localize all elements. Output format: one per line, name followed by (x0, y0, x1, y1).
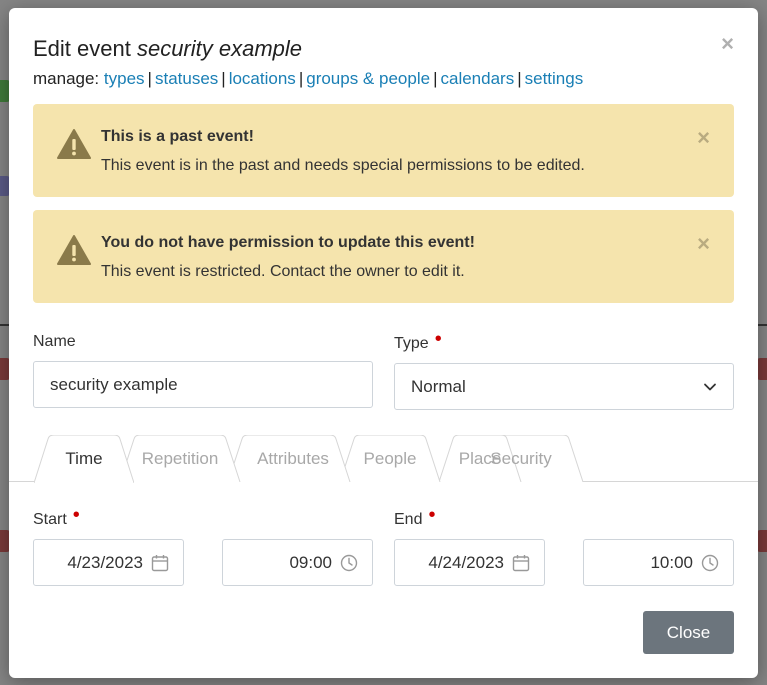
edit-event-modal: Edit event security example × manage: ty… (9, 8, 758, 678)
start-field-group: Start • 4/23/2023 09:00 (33, 505, 373, 586)
end-date-input[interactable]: 4/24/2023 (394, 539, 545, 586)
tab-label: Time (65, 448, 103, 468)
start-inputs: 4/23/2023 09:00 (33, 530, 373, 586)
clock-icon[interactable] (340, 554, 358, 572)
end-label-text: End (394, 511, 423, 528)
warning-icon (57, 235, 91, 265)
start-label-text: Start (33, 511, 67, 528)
clock-icon[interactable] (701, 554, 719, 572)
manage-link-locations[interactable]: locations (229, 69, 296, 88)
manage-link-groups-people[interactable]: groups & people (306, 69, 430, 88)
manage-link-calendars[interactable]: calendars (440, 69, 514, 88)
type-label-text: Type (394, 335, 429, 352)
modal-title: Edit event security example (33, 36, 734, 62)
alert-title: This is a past event! (101, 128, 254, 145)
end-field-group: End • 4/24/2023 10:00 (394, 505, 734, 586)
modal-footer: Close (643, 611, 734, 654)
tab-label: People (363, 448, 417, 468)
modal-header: Edit event security example × manage: ty… (9, 8, 758, 90)
separator: | (298, 69, 304, 88)
event-tabs: Security Place People Attributes Repetit… (9, 435, 758, 483)
start-label: Start • (33, 505, 373, 530)
required-indicator: • (434, 328, 442, 350)
warning-icon (57, 129, 91, 159)
chevron-down-icon (704, 383, 716, 390)
calendar-icon[interactable] (512, 554, 530, 572)
tab-repetition[interactable]: Repetition (120, 435, 260, 482)
manage-link-types[interactable]: types (104, 69, 145, 88)
start-date-input[interactable]: 4/23/2023 (33, 539, 184, 586)
tab-time[interactable]: Time (34, 435, 134, 483)
manage-link-settings[interactable]: settings (525, 69, 584, 88)
modal-title-event: security example (136, 36, 303, 61)
type-select-value: Normal (411, 376, 466, 396)
start-time-value: 09:00 (289, 552, 332, 572)
start-time-input[interactable]: 09:00 (222, 539, 373, 586)
manage-link-statuses[interactable]: statuses (155, 69, 218, 88)
time-fields-row: Start • 4/23/2023 09:00 End • 4/24/2023 (33, 505, 734, 586)
end-label: End • (394, 505, 734, 530)
alert-text: This event is in the past and needs spec… (101, 157, 585, 174)
separator: | (147, 69, 152, 88)
name-input[interactable]: security example (33, 361, 373, 408)
alert-close-icon[interactable]: × (697, 233, 710, 255)
modal-title-prefix: Edit event (33, 36, 137, 61)
tab-label: Place (458, 448, 502, 468)
calendar-icon[interactable] (151, 554, 169, 572)
separator: | (221, 69, 226, 88)
alert-title: You do not have permission to update thi… (101, 234, 475, 251)
alert-text: This event is restricted. Contact the ow… (101, 263, 465, 280)
separator: | (517, 69, 522, 88)
tab-label: Attributes (257, 448, 329, 468)
manage-links: manage: types | statuses | locations | groups … (33, 68, 734, 90)
manage-label: manage: (33, 69, 100, 88)
start-date-value: 4/23/2023 (67, 552, 143, 572)
tab-label: Repetition (141, 448, 219, 468)
name-label: Name (33, 333, 76, 350)
required-indicator: • (428, 504, 436, 526)
end-date-value: 4/24/2023 (428, 552, 504, 572)
end-time-input[interactable]: 10:00 (583, 539, 734, 586)
alert-close-icon[interactable]: × (697, 127, 710, 149)
alert-no-permission: You do not have permission to update thi… (33, 210, 734, 303)
modal-close-icon[interactable]: × (721, 33, 734, 55)
name-field-group: Name security example (33, 332, 373, 410)
background-event-strip (757, 530, 767, 552)
type-field-group: Type • Normal (394, 329, 734, 410)
alert-past-event: This is a past event! This event is in t… (33, 104, 734, 197)
type-select[interactable]: Normal (394, 363, 734, 410)
separator: | (433, 69, 438, 88)
background-event-strip (757, 358, 767, 380)
type-label: Type • (394, 329, 734, 354)
name-type-row: Name security example Type • Normal (33, 329, 734, 410)
close-button[interactable]: Close (643, 611, 734, 654)
end-time-value: 10:00 (650, 552, 693, 572)
required-indicator: • (72, 504, 80, 526)
end-inputs: 4/24/2023 10:00 (394, 530, 734, 586)
